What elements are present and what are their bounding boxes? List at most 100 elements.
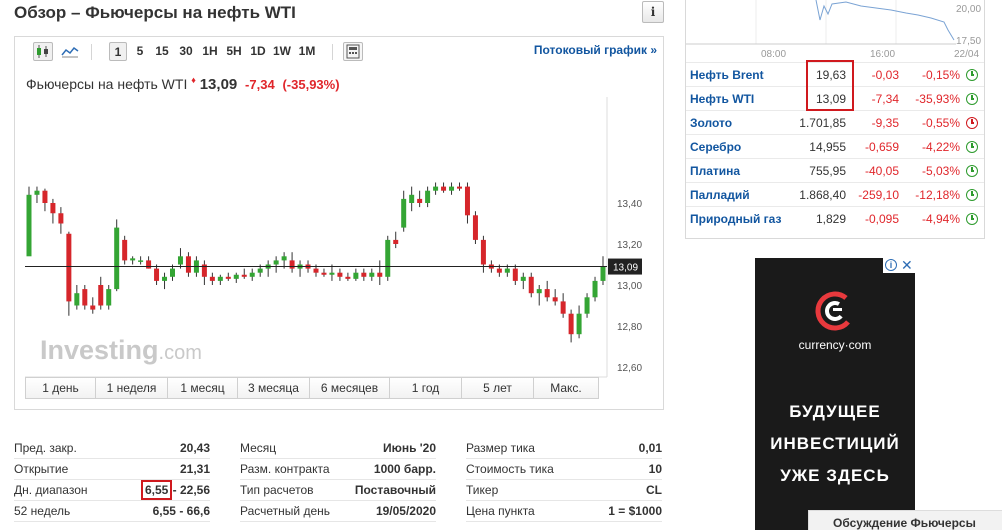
commodity-change: -259,10: [858, 188, 899, 202]
candle-body: [369, 272, 375, 277]
candle: [34, 186, 40, 203]
commodity-name[interactable]: Нефть WTI: [690, 87, 754, 111]
interval-1-button[interactable]: 1: [109, 42, 127, 61]
y-tick-label: 13,00: [617, 281, 642, 292]
commodity-name[interactable]: Нефть Brent: [690, 63, 764, 87]
interval-5-button[interactable]: 5: [133, 42, 147, 61]
candle-body: [154, 268, 160, 281]
candle-body: [233, 274, 239, 279]
candle-body: [401, 198, 407, 228]
candle-body: [568, 313, 574, 335]
commodity-row[interactable]: Платина 755,95 -40,05 -5,03%: [686, 158, 984, 182]
range-button[interactable]: Макс.: [534, 378, 598, 398]
ad-banner[interactable]: i ✕ currency·com БУДУЩЕЕ ИНВЕСТИЦИЙ УЖЕ …: [755, 257, 915, 530]
interval-1w-button[interactable]: 1W: [271, 42, 293, 61]
range-button[interactable]: 1 неделя: [96, 378, 168, 398]
interval-30-button[interactable]: 30: [177, 42, 195, 61]
interval-1d-button[interactable]: 1D: [248, 42, 268, 61]
interval-1m-button[interactable]: 1M: [296, 42, 318, 61]
mini-chart-bg: [686, 0, 984, 62]
candle-body: [58, 213, 64, 224]
toolbar-divider: [91, 44, 92, 60]
toolbar-divider: [332, 44, 333, 60]
mini-chart: 20,00 17,50 08:00 16:00 22/04: [686, 0, 984, 62]
stat-label: Расчетный день: [240, 504, 331, 518]
commodity-name[interactable]: Природный газ: [690, 207, 781, 231]
range-button[interactable]: 6 месяцев: [310, 378, 390, 398]
y-tick-label: 13,40: [617, 199, 642, 210]
range-button[interactable]: 3 месяца: [238, 378, 310, 398]
mini-y-tick: 17,50: [956, 36, 981, 47]
range-button[interactable]: 1 год: [390, 378, 462, 398]
green-clock-icon: [966, 213, 978, 225]
price-change-pct: (-35,93%): [282, 77, 340, 92]
last-price: 13,09: [199, 76, 238, 93]
commodity-row[interactable]: Золото 1.701,85 -9,35 -0,55%: [686, 110, 984, 134]
candle: [584, 293, 590, 318]
candle-body: [281, 256, 287, 261]
candle: [217, 274, 223, 285]
commodity-name[interactable]: Серебро: [690, 135, 741, 159]
info-icon[interactable]: i: [642, 1, 664, 23]
candle: [114, 219, 120, 292]
y-tick-label: 12,60: [617, 363, 642, 374]
candle-body: [512, 268, 518, 281]
candlestick-icon[interactable]: [33, 42, 53, 61]
candle: [457, 182, 462, 191]
stat-row: Тип расчетов Поставочный: [240, 480, 436, 501]
candle-body: [377, 272, 383, 277]
range-button[interactable]: 1 день: [26, 378, 96, 398]
candle-body: [98, 285, 104, 306]
stat-value: 21,31: [179, 462, 210, 476]
candle-body: [321, 272, 327, 275]
interval-15-button[interactable]: 15: [153, 42, 171, 61]
last-price-tag-label: 13,09: [613, 263, 638, 274]
commodity-change: -0,659: [864, 140, 899, 154]
commodity-name[interactable]: Платина: [690, 159, 740, 183]
candle: [201, 260, 207, 285]
commodity-row[interactable]: Природный газ 1,829 -0,095 -4,94%: [686, 206, 984, 230]
interval-1h-button[interactable]: 1H: [200, 42, 220, 61]
calculator-icon[interactable]: [343, 42, 363, 61]
ad-close-icon[interactable]: ✕: [901, 257, 913, 274]
candle: [600, 256, 606, 285]
stat-row: Дн. диапазон 6,55 - 22,56: [14, 480, 210, 501]
candle: [568, 309, 574, 343]
candle: [464, 182, 470, 224]
candle-body: [225, 276, 231, 279]
interval-5h-button[interactable]: 5H: [224, 42, 244, 61]
commodity-row[interactable]: Серебро 14,955 -0,659 -4,22%: [686, 134, 984, 158]
commodity-change-pct: -35,93%: [915, 92, 960, 106]
highlight-box-prices: [806, 60, 854, 111]
candle: [552, 289, 558, 306]
candle: [233, 272, 239, 283]
area-chart-icon[interactable]: [60, 42, 80, 61]
candle: [393, 231, 399, 249]
commodity-name[interactable]: Палладий: [690, 183, 750, 207]
candle-body: [209, 276, 215, 281]
commodity-row[interactable]: Палладий 1.868,40 -259,10 -12,18%: [686, 182, 984, 206]
range-button[interactable]: 1 месяц: [168, 378, 238, 398]
ad-info-icon[interactable]: i: [885, 259, 897, 271]
candle: [321, 268, 327, 277]
candlestick-chart[interactable]: Investing.com 13,40 13,20 13,00 12,80 12,60 13…: [15, 97, 663, 397]
stream-chart-link[interactable]: Потоковый график »: [534, 43, 657, 57]
stat-label: Стоимость тика: [466, 462, 554, 476]
stat-label: Месяц: [240, 441, 277, 455]
commodities-panel: 20,00 17,50 08:00 16:00 22/04 Нефть Brent 19,…: [685, 0, 985, 239]
stat-row: Тикер CL: [466, 480, 662, 501]
range-button[interactable]: 5 лет: [462, 378, 534, 398]
candle-body: [576, 313, 582, 335]
discussion-bar[interactable]: Обсуждение Фьючерсы: [808, 510, 1002, 530]
candle: [472, 211, 478, 244]
ad-choices[interactable]: i ✕: [883, 257, 915, 274]
candle: [369, 268, 375, 281]
candle-body: [273, 260, 279, 265]
candle: [241, 268, 247, 279]
candle-body: [425, 190, 431, 203]
ad-brand: currency·com: [798, 338, 872, 352]
stat-label: Пред. закр.: [14, 441, 77, 455]
commodity-name[interactable]: Золото: [690, 111, 732, 135]
candle-body: [449, 186, 455, 191]
commodity-price: 755,95: [809, 164, 846, 178]
